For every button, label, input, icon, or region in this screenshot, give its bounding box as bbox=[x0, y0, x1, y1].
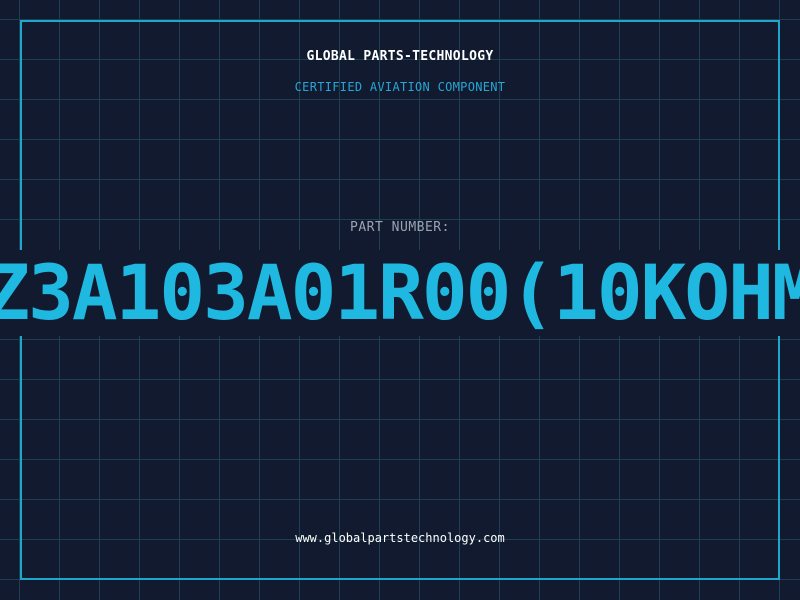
company-name: GLOBAL PARTS-TECHNOLOGY bbox=[306, 49, 494, 64]
certificate-card: GLOBAL PARTS-TECHNOLOGY CERTIFIED AVIATI… bbox=[0, 0, 800, 600]
part-number-value: VZ3A103A01R00(10KOHM) bbox=[0, 250, 800, 336]
certification-subtitle: CERTIFIED AVIATION COMPONENT bbox=[294, 80, 506, 94]
part-number-band: VZ3A103A01R00(10KOHM) bbox=[0, 250, 800, 336]
website-url: www.globalpartstechnology.com bbox=[295, 531, 505, 545]
part-number-label: PART NUMBER: bbox=[350, 220, 450, 235]
